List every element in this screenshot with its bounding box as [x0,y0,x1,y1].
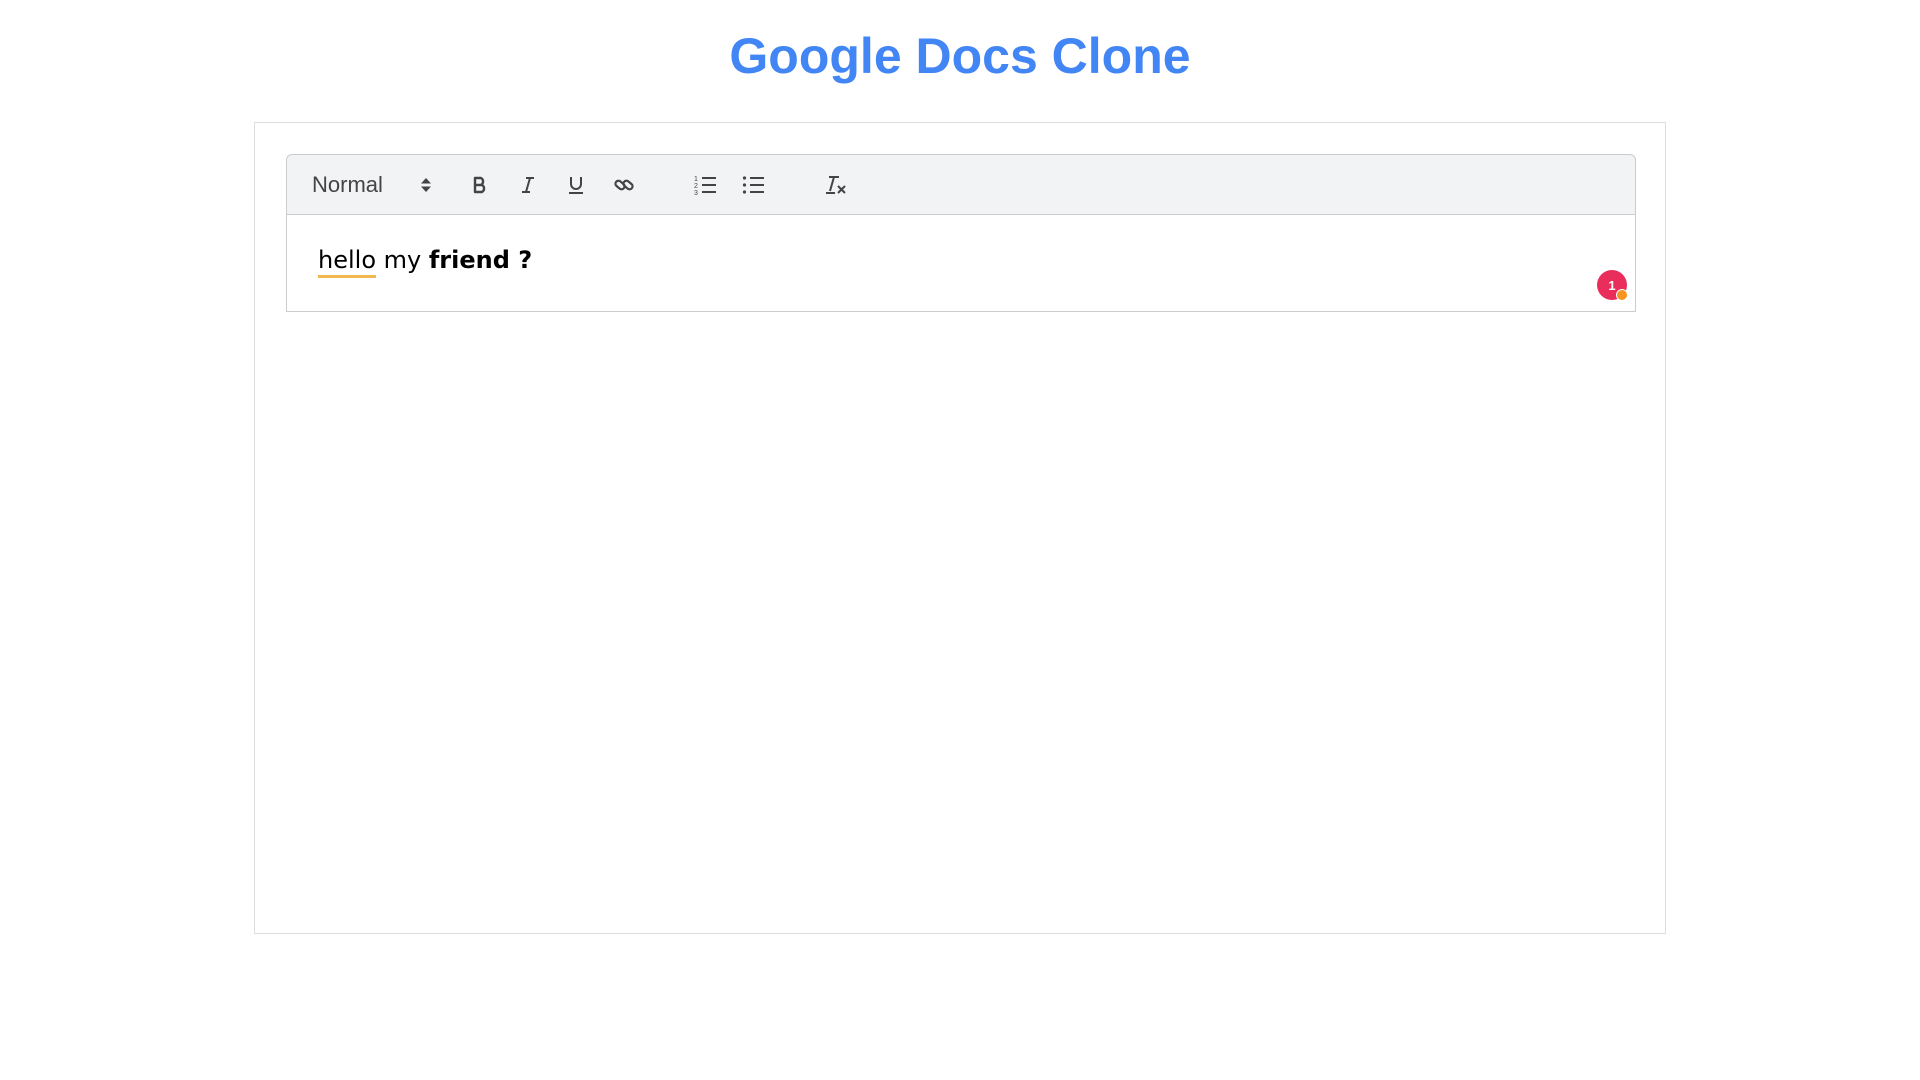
chevron-up-down-icon [418,176,434,194]
document-container: Normal 1 2 3 hello my friend ? 1 [254,122,1666,934]
editor-content[interactable]: hello my friend ? 1 [286,215,1636,312]
ordered-list-icon: 1 2 3 [694,174,718,196]
grammar-assistant-badge[interactable]: 1 [1597,270,1628,301]
document-paragraph: hello my friend ? [318,243,533,278]
status-dot [1616,289,1628,301]
editor-toolbar: Normal 1 2 3 [286,154,1636,215]
issue-count: 1 [1608,277,1616,293]
clear-formatting-icon [824,174,848,196]
link-icon [613,174,635,196]
ordered-list-button[interactable]: 1 2 3 [688,167,724,203]
svg-text:2: 2 [694,183,698,190]
italic-button[interactable] [510,167,546,203]
bullet-list-button[interactable] [736,167,772,203]
svg-text:3: 3 [694,190,698,196]
misspelled-word: hello [318,246,376,278]
document-text: my [376,246,429,274]
editor: Normal 1 2 3 hello my friend ? 1 [286,154,1636,312]
link-button[interactable] [606,167,642,203]
bold-icon [470,175,490,195]
bold-button[interactable] [462,167,498,203]
bullet-list-icon [742,174,766,196]
underline-button[interactable] [558,167,594,203]
clear-formatting-button[interactable] [818,167,854,203]
document-bold-text: ? [509,246,533,274]
underline-icon [566,175,586,195]
text-format-select[interactable]: Normal [312,167,440,203]
italic-icon [518,175,538,195]
document-bold-text: friend [428,246,510,274]
svg-text:1: 1 [694,176,698,183]
text-format-select-value: Normal [312,171,383,197]
page-title: Google Docs Clone [729,28,1191,84]
